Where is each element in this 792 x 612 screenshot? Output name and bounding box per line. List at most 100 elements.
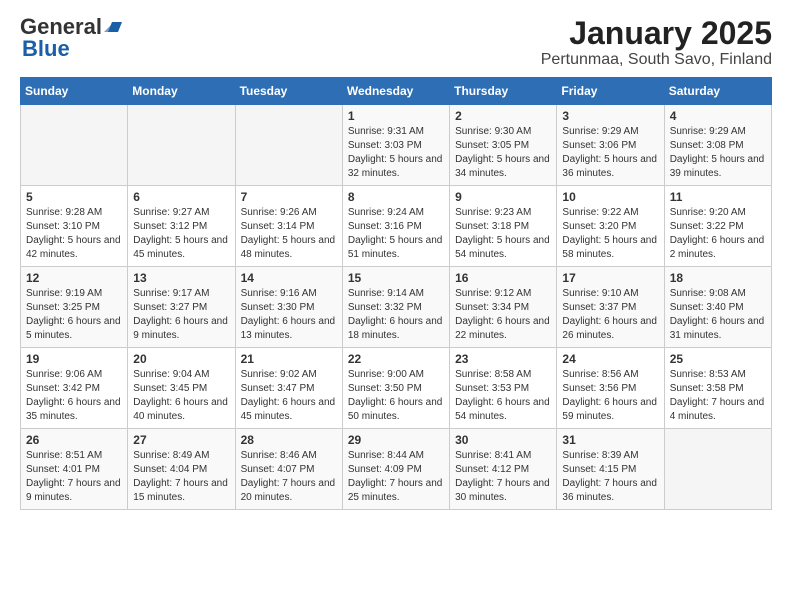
- calendar-cell: 2 Sunrise: 9:30 AMSunset: 3:05 PMDaylight…: [450, 105, 557, 186]
- day-number: 2: [455, 109, 551, 123]
- day-info: Sunrise: 9:17 AMSunset: 3:27 PMDaylight:…: [133, 288, 228, 341]
- calendar-cell: 16 Sunrise: 9:12 AMSunset: 3:34 PMDayligh…: [450, 267, 557, 348]
- calendar-cell: 6 Sunrise: 9:27 AMSunset: 3:12 PMDaylight…: [128, 186, 235, 267]
- calendar-cell: 28 Sunrise: 8:46 AMSunset: 4:07 PMDayligh…: [235, 429, 342, 510]
- day-info: Sunrise: 8:51 AMSunset: 4:01 PMDaylight:…: [26, 450, 121, 503]
- calendar-week-row: 1 Sunrise: 9:31 AMSunset: 3:03 PMDaylight…: [21, 105, 772, 186]
- day-info: Sunrise: 9:20 AMSunset: 3:22 PMDaylight:…: [670, 207, 765, 260]
- day-info: Sunrise: 8:53 AMSunset: 3:58 PMDaylight:…: [670, 369, 765, 422]
- day-info: Sunrise: 9:23 AMSunset: 3:18 PMDaylight:…: [455, 207, 550, 260]
- day-info: Sunrise: 9:26 AMSunset: 3:14 PMDaylight:…: [241, 207, 336, 260]
- title-area: January 2025 Pertunmaa, South Savo, Finl…: [541, 16, 772, 69]
- day-number: 1: [348, 109, 444, 123]
- day-info: Sunrise: 8:41 AMSunset: 4:12 PMDaylight:…: [455, 450, 550, 503]
- day-number: 24: [562, 352, 658, 366]
- day-number: 15: [348, 271, 444, 285]
- day-info: Sunrise: 9:22 AMSunset: 3:20 PMDaylight:…: [562, 207, 657, 260]
- day-number: 19: [26, 352, 122, 366]
- calendar-cell: 17 Sunrise: 9:10 AMSunset: 3:37 PMDayligh…: [557, 267, 664, 348]
- day-info: Sunrise: 9:16 AMSunset: 3:30 PMDaylight:…: [241, 288, 336, 341]
- weekday-header-saturday: Saturday: [664, 78, 771, 105]
- day-number: 30: [455, 433, 551, 447]
- day-info: Sunrise: 8:46 AMSunset: 4:07 PMDaylight:…: [241, 450, 336, 503]
- weekday-header-tuesday: Tuesday: [235, 78, 342, 105]
- day-number: 3: [562, 109, 658, 123]
- logo-blue: Blue: [22, 38, 70, 60]
- day-number: 18: [670, 271, 766, 285]
- day-info: Sunrise: 9:19 AMSunset: 3:25 PMDaylight:…: [26, 288, 121, 341]
- day-number: 16: [455, 271, 551, 285]
- day-number: 29: [348, 433, 444, 447]
- day-info: Sunrise: 9:10 AMSunset: 3:37 PMDaylight:…: [562, 288, 657, 341]
- weekday-header-row: SundayMondayTuesdayWednesdayThursdayFrid…: [21, 78, 772, 105]
- day-number: 10: [562, 190, 658, 204]
- calendar-cell: 19Sunrise: 9:06 AMSunset: 3:42 PMDayligh…: [21, 348, 128, 429]
- day-info: Sunrise: 9:02 AMSunset: 3:47 PMDaylight:…: [241, 369, 336, 422]
- day-number: 13: [133, 271, 229, 285]
- weekday-header-sunday: Sunday: [21, 78, 128, 105]
- weekday-header-friday: Friday: [557, 78, 664, 105]
- day-number: 6: [133, 190, 229, 204]
- calendar-cell: 1 Sunrise: 9:31 AMSunset: 3:03 PMDaylight…: [342, 105, 449, 186]
- day-info: Sunrise: 9:28 AMSunset: 3:10 PMDaylight:…: [26, 207, 121, 260]
- calendar-cell: 23Sunrise: 8:58 AMSunset: 3:53 PMDayligh…: [450, 348, 557, 429]
- calendar-cell: [128, 105, 235, 186]
- day-number: 21: [241, 352, 337, 366]
- calendar-cell: 9Sunrise: 9:23 AMSunset: 3:18 PMDaylight…: [450, 186, 557, 267]
- day-number: 4: [670, 109, 766, 123]
- calendar-cell: 26 Sunrise: 8:51 AMSunset: 4:01 PMDayligh…: [21, 429, 128, 510]
- calendar-week-row: 12 Sunrise: 9:19 AMSunset: 3:25 PMDayligh…: [21, 267, 772, 348]
- day-info: Sunrise: 9:00 AMSunset: 3:50 PMDaylight:…: [348, 369, 443, 422]
- calendar-cell: [21, 105, 128, 186]
- calendar-cell: 20Sunrise: 9:04 AMSunset: 3:45 PMDayligh…: [128, 348, 235, 429]
- day-number: 17: [562, 271, 658, 285]
- day-number: 27: [133, 433, 229, 447]
- logo: General Blue: [20, 16, 122, 60]
- weekday-header-monday: Monday: [128, 78, 235, 105]
- calendar-cell: 24Sunrise: 8:56 AMSunset: 3:56 PMDayligh…: [557, 348, 664, 429]
- day-info: Sunrise: 9:30 AMSunset: 3:05 PMDaylight:…: [455, 126, 550, 179]
- calendar-cell: 27 Sunrise: 8:49 AMSunset: 4:04 PMDayligh…: [128, 429, 235, 510]
- calendar-cell: 14Sunrise: 9:16 AMSunset: 3:30 PMDayligh…: [235, 267, 342, 348]
- calendar-cell: 3 Sunrise: 9:29 AMSunset: 3:06 PMDaylight…: [557, 105, 664, 186]
- day-number: 28: [241, 433, 337, 447]
- calendar-cell: 22 Sunrise: 9:00 AMSunset: 3:50 PMDayligh…: [342, 348, 449, 429]
- calendar-cell: [235, 105, 342, 186]
- day-number: 5: [26, 190, 122, 204]
- calendar-table: SundayMondayTuesdayWednesdayThursdayFrid…: [20, 77, 772, 510]
- calendar-cell: 12 Sunrise: 9:19 AMSunset: 3:25 PMDayligh…: [21, 267, 128, 348]
- day-number: 11: [670, 190, 766, 204]
- calendar-cell: 25Sunrise: 8:53 AMSunset: 3:58 PMDayligh…: [664, 348, 771, 429]
- calendar-week-row: 19Sunrise: 9:06 AMSunset: 3:42 PMDayligh…: [21, 348, 772, 429]
- calendar-week-row: 5 Sunrise: 9:28 AMSunset: 3:10 PMDaylight…: [21, 186, 772, 267]
- day-number: 20: [133, 352, 229, 366]
- calendar-cell: 13 Sunrise: 9:17 AMSunset: 3:27 PMDayligh…: [128, 267, 235, 348]
- day-info: Sunrise: 9:24 AMSunset: 3:16 PMDaylight:…: [348, 207, 443, 260]
- calendar-cell: 30 Sunrise: 8:41 AMSunset: 4:12 PMDayligh…: [450, 429, 557, 510]
- calendar-week-row: 26 Sunrise: 8:51 AMSunset: 4:01 PMDayligh…: [21, 429, 772, 510]
- day-number: 26: [26, 433, 122, 447]
- header: General Blue January 2025 Pertunmaa, Sou…: [20, 16, 772, 69]
- day-info: Sunrise: 9:12 AMSunset: 3:34 PMDaylight:…: [455, 288, 550, 341]
- page-title: January 2025: [541, 16, 772, 51]
- weekday-header-wednesday: Wednesday: [342, 78, 449, 105]
- logo-icon: [104, 18, 122, 36]
- page-subtitle: Pertunmaa, South Savo, Finland: [541, 51, 772, 69]
- day-info: Sunrise: 9:29 AMSunset: 3:06 PMDaylight:…: [562, 126, 657, 179]
- day-info: Sunrise: 9:31 AMSunset: 3:03 PMDaylight:…: [348, 126, 443, 179]
- weekday-header-thursday: Thursday: [450, 78, 557, 105]
- day-info: Sunrise: 8:49 AMSunset: 4:04 PMDaylight:…: [133, 450, 228, 503]
- calendar-cell: 18 Sunrise: 9:08 AMSunset: 3:40 PMDayligh…: [664, 267, 771, 348]
- calendar-cell: 29 Sunrise: 8:44 AMSunset: 4:09 PMDayligh…: [342, 429, 449, 510]
- day-number: 8: [348, 190, 444, 204]
- day-info: Sunrise: 9:27 AMSunset: 3:12 PMDaylight:…: [133, 207, 228, 260]
- day-info: Sunrise: 8:44 AMSunset: 4:09 PMDaylight:…: [348, 450, 443, 503]
- calendar-cell: 21 Sunrise: 9:02 AMSunset: 3:47 PMDayligh…: [235, 348, 342, 429]
- day-number: 22: [348, 352, 444, 366]
- calendar-cell: 10 Sunrise: 9:22 AMSunset: 3:20 PMDayligh…: [557, 186, 664, 267]
- calendar-cell: 4Sunrise: 9:29 AMSunset: 3:08 PMDaylight…: [664, 105, 771, 186]
- day-number: 12: [26, 271, 122, 285]
- day-info: Sunrise: 9:08 AMSunset: 3:40 PMDaylight:…: [670, 288, 765, 341]
- calendar-cell: 11 Sunrise: 9:20 AMSunset: 3:22 PMDayligh…: [664, 186, 771, 267]
- calendar-cell: 15Sunrise: 9:14 AMSunset: 3:32 PMDayligh…: [342, 267, 449, 348]
